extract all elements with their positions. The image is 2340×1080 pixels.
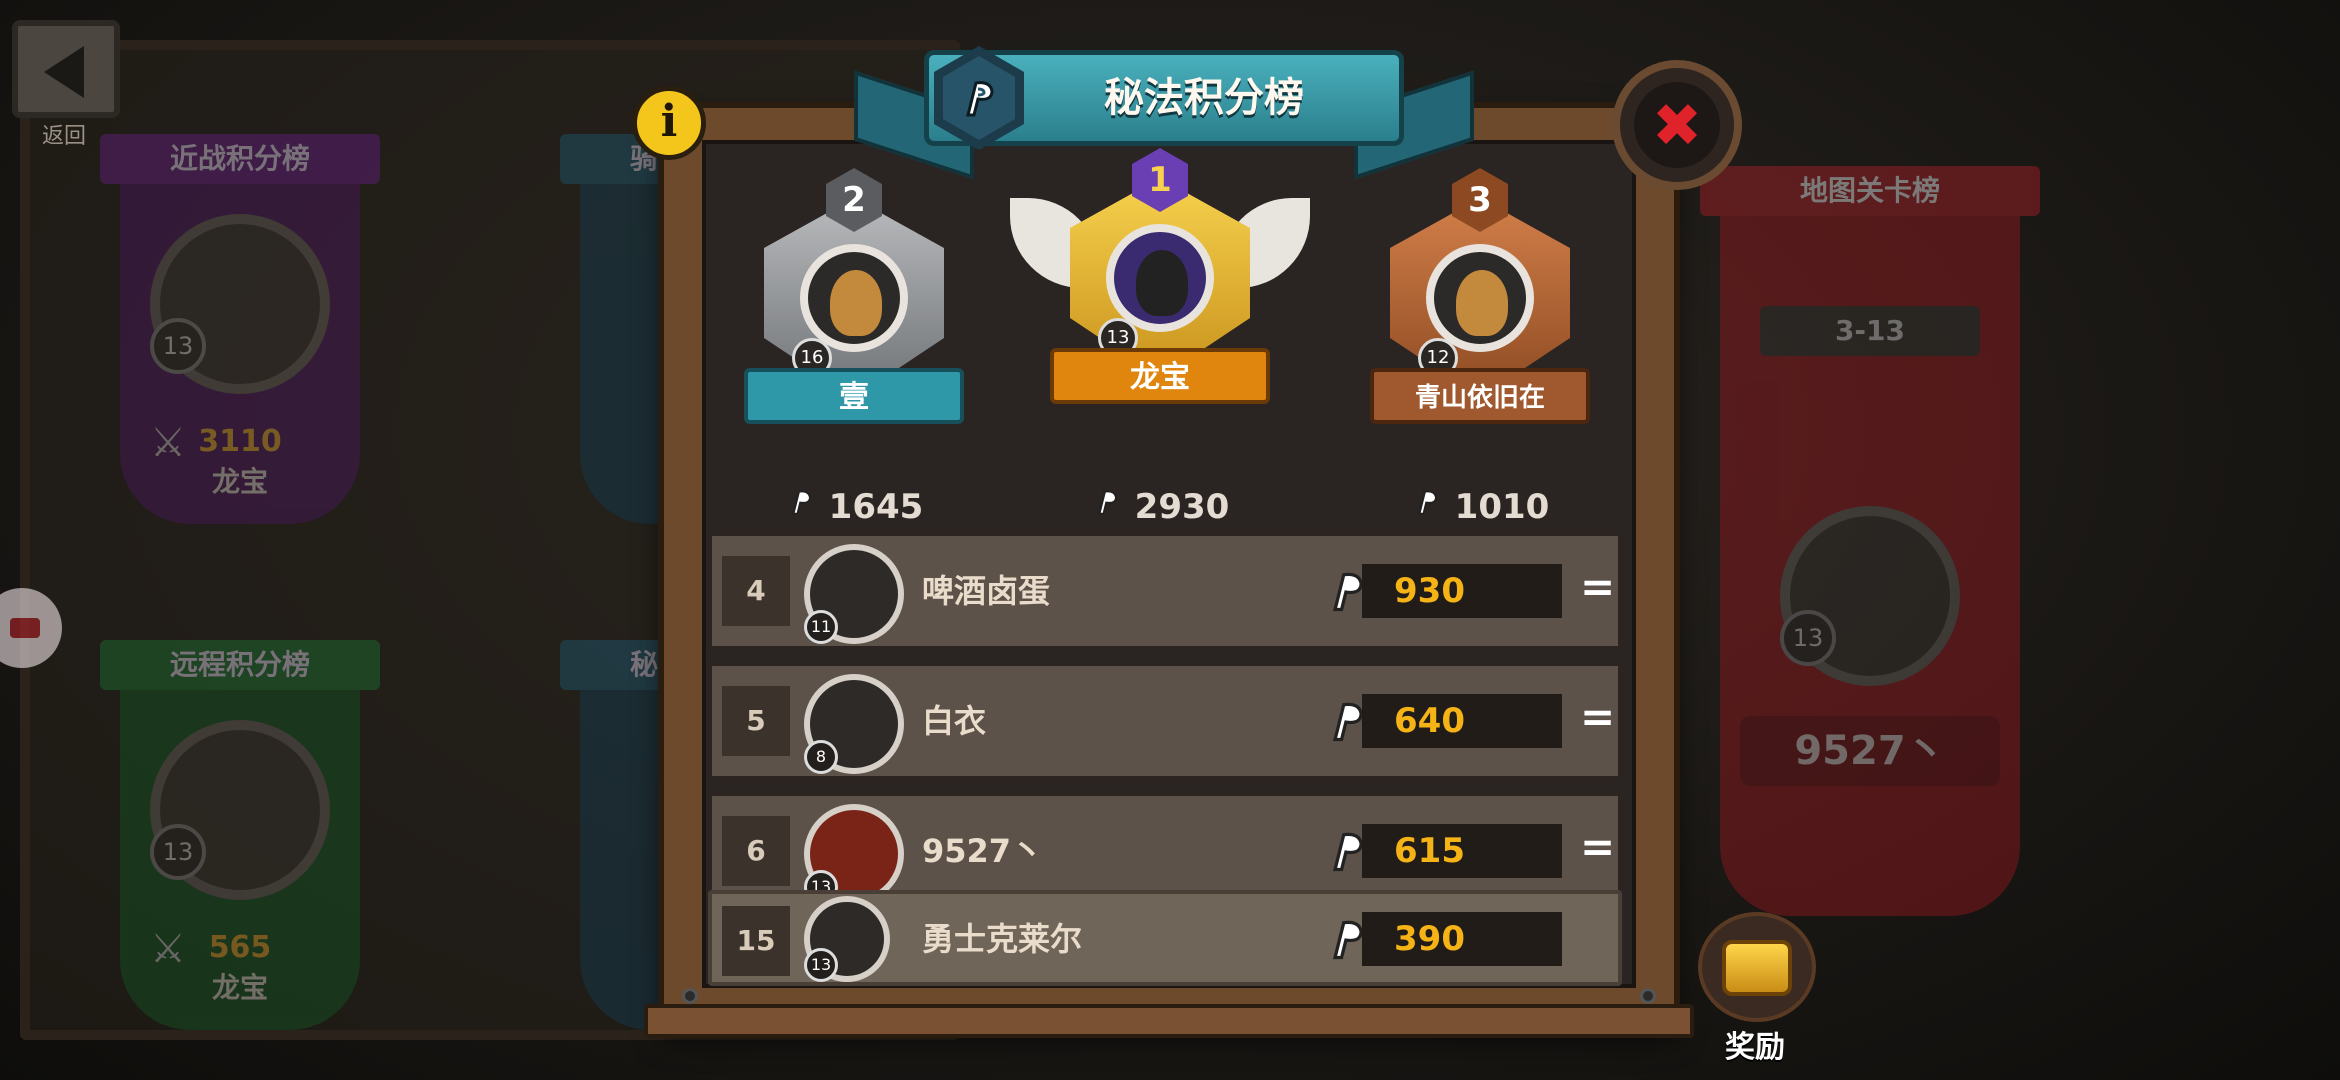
podium-third[interactable]: 3 12 青山依旧在 1010 [1360, 168, 1600, 528]
melee-leaderboard-card[interactable]: 近战积分榜 13 ⚔ 3110 龙宝 [100, 134, 380, 524]
nail-icon [682, 988, 698, 1004]
ranged-board-title: 远程积分榜 [100, 640, 380, 690]
my-rank-row[interactable]: 15 13 勇士克莱尔 390 [708, 890, 1622, 986]
map-leaderboard-card[interactable]: 地图关卡榜 3-13 13 9527丶 [1700, 166, 2040, 916]
podium-score-row: 2930 [1040, 486, 1280, 527]
row-rank: 6 [722, 816, 790, 886]
row-name: 啤酒卤蛋 [922, 572, 1051, 610]
table-row[interactable]: 5 8 白衣 640 = [708, 662, 1622, 780]
rank-change-equal-icon: = [1580, 822, 1616, 871]
map-owner: 9527丶 [1740, 716, 2000, 786]
row-score: 615 [1362, 824, 1562, 878]
avatar [1106, 224, 1214, 332]
avatar: 13 [804, 896, 890, 982]
rank-change-equal-icon: = [1580, 562, 1616, 611]
map-emblem: 13 [1780, 506, 1960, 686]
reward-label: 奖励 [1725, 1030, 1785, 1065]
row-rank: 5 [722, 686, 790, 756]
melee-level: 13 [150, 318, 206, 374]
treasure-chest-icon [1698, 912, 1816, 1022]
dialog-bottom-beam [644, 1004, 1694, 1038]
title-ribbon: 秘法积分榜 [854, 46, 1474, 180]
leaderboard-list[interactable]: 4 11 啤酒卤蛋 930 = 5 8 白衣 640 = 6 13 9527丶 [702, 528, 1636, 988]
melee-owner: 龙宝 [211, 465, 268, 498]
close-icon: ✖ [1634, 82, 1720, 168]
melee-emblem: 13 [150, 214, 330, 394]
ranged-board-body: 13 ⚔ 565 龙宝 [120, 690, 360, 1030]
podium-score-row: 1010 [1360, 486, 1600, 527]
melee-board-title: 近战积分榜 [100, 134, 380, 184]
melee-board-body: 13 ⚔ 3110 龙宝 [120, 184, 360, 524]
avatar [1426, 244, 1534, 352]
my-name: 勇士克莱尔 [922, 920, 1083, 958]
podium-score: 1645 [828, 487, 924, 527]
rank-change-equal-icon: = [1580, 692, 1616, 741]
row-score: 640 [1362, 694, 1562, 748]
melee-score: 3110 [198, 424, 282, 459]
my-rank: 15 [722, 906, 790, 976]
ranged-score: 565 [208, 930, 272, 965]
my-score: 390 [1362, 912, 1562, 966]
avatar: 11 [804, 544, 904, 644]
arcane-points-icon [1411, 486, 1443, 527]
podium-second[interactable]: 2 16 壹 1645 [734, 168, 974, 528]
arcane-points-icon [1091, 486, 1123, 527]
map-board-body: 3-13 13 9527丶 [1720, 216, 2020, 916]
dialog-title: 秘法积分榜 [1104, 75, 1304, 121]
avatar: 13 [804, 804, 904, 904]
map-stage-label: 3-13 [1760, 306, 1980, 356]
podium-first[interactable]: 1 13 龙宝 2930 [1010, 148, 1310, 527]
back-arrow-icon [44, 46, 84, 98]
reward-button[interactable]: 奖励 [1690, 908, 1820, 1065]
map-level: 13 [1780, 610, 1836, 666]
chat-mouth-icon [10, 618, 40, 638]
back-label: 返回 [42, 124, 87, 149]
ranged-level: 13 [150, 824, 206, 880]
table-row[interactable]: 4 11 啤酒卤蛋 930 = [708, 532, 1622, 650]
podium-name: 青山依旧在 [1370, 368, 1590, 424]
ranged-emblem: 13 [150, 720, 330, 900]
row-rank: 4 [722, 556, 790, 626]
podium-score-row: 1645 [734, 486, 974, 527]
podium-name: 壹 [744, 368, 964, 424]
ranged-owner: 龙宝 [211, 971, 268, 1004]
podium-name: 龙宝 [1050, 348, 1270, 404]
podium-score: 1010 [1454, 487, 1550, 527]
ranged-leaderboard-card[interactable]: 远程积分榜 13 ⚔ 565 龙宝 [100, 640, 380, 1030]
arcane-points-icon [785, 486, 817, 527]
close-button[interactable]: ✖ [1612, 60, 1742, 190]
my-level: 13 [804, 948, 838, 982]
arcane-leaderboard-dialog: 秘法积分榜 i ✖ 2 16 壹 1645 1 13 龙宝 2930 3 12 … [632, 46, 1742, 1038]
podium-score: 2930 [1134, 487, 1230, 527]
avatar [800, 244, 908, 352]
info-button[interactable]: i [632, 86, 706, 160]
row-score: 930 [1362, 564, 1562, 618]
row-name: 白衣 [922, 702, 987, 740]
nail-icon [1640, 988, 1656, 1004]
row-level: 8 [804, 740, 838, 774]
avatar: 8 [804, 674, 904, 774]
row-level: 11 [804, 610, 838, 644]
map-board-title: 地图关卡榜 [1700, 166, 2040, 216]
